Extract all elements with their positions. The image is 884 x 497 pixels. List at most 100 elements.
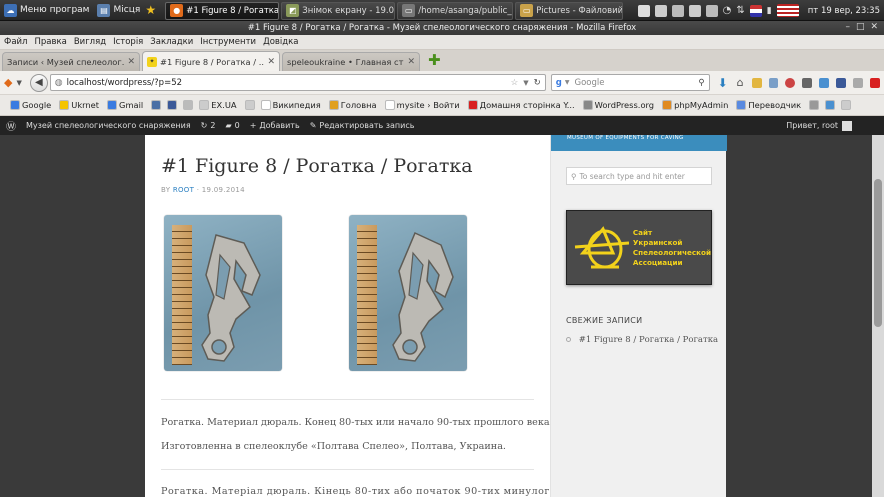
notes-icon[interactable] <box>637 4 650 17</box>
tab-wp-posts[interactable]: Записи ‹ Музей спелеолог... ✕ <box>2 52 140 71</box>
google-icon: g <box>555 77 562 88</box>
downloads-icon[interactable]: ⬇ <box>718 76 728 90</box>
updates-link[interactable]: ↻ 2 <box>201 121 216 130</box>
recent-post-link[interactable]: #1 Figure 8 / Рогатка / Рогатка <box>579 335 718 345</box>
sidebar-search-input[interactable]: ⚲ To search type and hit enter <box>566 167 712 185</box>
menu-bookmarks[interactable]: Закладки <box>150 37 193 47</box>
bookmark-item[interactable] <box>841 100 853 110</box>
minimize-icon[interactable]: – <box>845 22 850 32</box>
bookmark-item[interactable] <box>151 100 163 110</box>
close-tab-icon[interactable]: ✕ <box>127 57 135 67</box>
menu-file[interactable]: Файл <box>4 37 27 47</box>
admin-site-name[interactable]: Музей спелеологического снаряжения <box>26 121 191 130</box>
scrollbar-thumb[interactable] <box>874 179 882 327</box>
bookmark-item[interactable]: phpMyAdmin <box>662 100 728 110</box>
post-photo-1[interactable] <box>164 215 282 371</box>
taskbar-terminal-window[interactable]: ▭ /home/asanga/public_h... <box>397 1 514 20</box>
search-icon[interactable]: ⚲ <box>698 78 704 88</box>
firefox-menu-icon[interactable]: ◆ <box>4 76 12 89</box>
wordpress-logo-icon[interactable]: Ⓦ <box>6 118 16 133</box>
home-icon[interactable]: ⌂ <box>737 76 744 89</box>
close-tab-icon[interactable]: ✕ <box>407 57 415 67</box>
wifi-icon[interactable]: ◔ <box>723 5 732 16</box>
close-tab-icon[interactable]: ✕ <box>267 57 275 67</box>
drop-icon <box>825 100 836 110</box>
bookmark-label: WordPress.org <box>594 100 655 110</box>
search-bar[interactable]: g ▼ Google ⚲ <box>550 74 710 91</box>
bookmark-item[interactable] <box>167 100 179 110</box>
disk-icon[interactable] <box>705 4 718 17</box>
chat-icon[interactable] <box>671 4 684 17</box>
close-icon[interactable]: ✕ <box>870 22 878 32</box>
bookmark-item[interactable]: EX.UA <box>199 100 237 110</box>
post-author-link[interactable]: ROOT <box>173 186 194 194</box>
toolbar-addon-icon[interactable] <box>819 77 830 88</box>
bookmark-item[interactable]: Википедия <box>260 100 321 110</box>
url-dropdown-icon[interactable]: ▼ <box>523 79 528 87</box>
toolbar-addon-icon[interactable] <box>751 77 762 88</box>
taskbar-file-manager-window[interactable]: ▭ Pictures - Файловий м... <box>515 1 624 20</box>
bookmark-item[interactable]: Головна <box>328 100 377 110</box>
taskbar-screenshot-window[interactable]: ◩ Знімок екрану - 19.09.... <box>281 1 396 20</box>
bookmark-item[interactable] <box>809 100 821 110</box>
keyboard-layout-flag-icon[interactable] <box>749 4 762 17</box>
toolbar-addon-icon[interactable] <box>836 77 847 88</box>
url-bar[interactable]: ◍ localhost/wordpress/?p=52 ☆ ▼ ↻ <box>49 74 546 91</box>
bookmark-item[interactable]: Переводчик <box>736 100 801 110</box>
bookmark-item[interactable]: mysite › Войти <box>384 100 460 110</box>
taskbar-firefox-window[interactable]: ● #1 Figure 8 / Рогатка / ... <box>165 1 280 20</box>
toolbar-addon-icon[interactable] <box>768 77 779 88</box>
bookmark-item[interactable]: WordPress.org <box>582 100 655 110</box>
menu-edit[interactable]: Правка <box>34 37 66 47</box>
tab-speleoukraine[interactable]: speleoukraine • Главная ст... ✕ <box>282 52 420 71</box>
menu-history[interactable]: Історія <box>113 37 143 47</box>
comments-link[interactable]: ▰ 0 <box>225 121 239 130</box>
admin-greeting: Привет, root <box>786 121 838 130</box>
folder-icon: ▭ <box>520 4 534 17</box>
search-engine-dropdown-icon[interactable]: ▼ <box>565 79 570 86</box>
bookmark-item[interactable]: Google <box>10 100 51 110</box>
back-button[interactable]: ◀ <box>29 73 48 92</box>
network-icon[interactable]: ⇅ <box>736 5 744 16</box>
bookmark-star-icon[interactable]: ☆ <box>511 78 519 88</box>
bookmark-item[interactable] <box>183 100 195 110</box>
toolbar-addon-icon[interactable] <box>853 77 864 88</box>
edit-post-link[interactable]: ✎ Редактировать запись <box>310 121 415 130</box>
clock[interactable]: пт 19 вер, 23:35 <box>808 6 880 16</box>
tab-figure-8[interactable]: ✦ #1 Figure 8 / Рогатка / ... ✕ <box>142 51 280 71</box>
comments-icon: ▰ <box>225 121 232 130</box>
menu-tools[interactable]: Інструменти <box>200 37 256 47</box>
menu-view[interactable]: Вигляд <box>74 37 106 47</box>
translator-icon <box>736 100 747 110</box>
add-new-link[interactable]: + Добавить <box>250 121 300 130</box>
bookmark-item[interactable] <box>825 100 837 110</box>
association-logo-banner[interactable]: Сайт Украинской Спелеологической Ассоциа… <box>566 210 712 285</box>
toolbar-addon-icon[interactable] <box>870 77 881 88</box>
bookmark-item[interactable]: Домашня сторінка Y... <box>467 100 575 110</box>
phpmyadmin-icon <box>662 100 673 110</box>
battery-icon[interactable]: ▮ <box>767 6 772 16</box>
us-flag-icon[interactable] <box>776 4 799 17</box>
post-photo-2[interactable] <box>349 215 467 371</box>
recent-post-item[interactable]: #1 Figure 8 / Рогатка / Рогатка <box>566 335 718 345</box>
page-scrollbar[interactable] <box>872 135 884 497</box>
places-menu-button[interactable]: ▤ Місця <box>93 0 144 21</box>
applications-menu-button[interactable]: ☁ Меню програм <box>0 0 93 21</box>
admin-account[interactable]: Привет, root <box>786 116 852 135</box>
bookmark-item[interactable]: Gmail <box>107 100 143 110</box>
toolbar-addon-icon[interactable] <box>802 77 813 88</box>
reload-icon[interactable]: ↻ <box>534 78 541 88</box>
dropdown-arrow-icon[interactable]: ▼ <box>16 79 21 87</box>
new-tab-plus-icon[interactable]: ✚ <box>428 51 441 69</box>
firefox-icon: ● <box>170 4 184 17</box>
mail-icon[interactable] <box>654 4 667 17</box>
bookmark-star-icon[interactable]: ★ <box>144 3 157 17</box>
maximize-icon[interactable]: □ <box>856 22 865 32</box>
mail-indicator-icon[interactable] <box>688 4 701 17</box>
pencil-icon: ✎ <box>309 121 317 130</box>
bookmark-item[interactable]: Ukrnet <box>59 100 99 110</box>
menu-help[interactable]: Довідка <box>263 37 298 47</box>
bookmark-item[interactable] <box>244 100 257 110</box>
bookmark-label: Википедия <box>272 100 321 110</box>
toolbar-addon-icon[interactable] <box>785 77 796 88</box>
